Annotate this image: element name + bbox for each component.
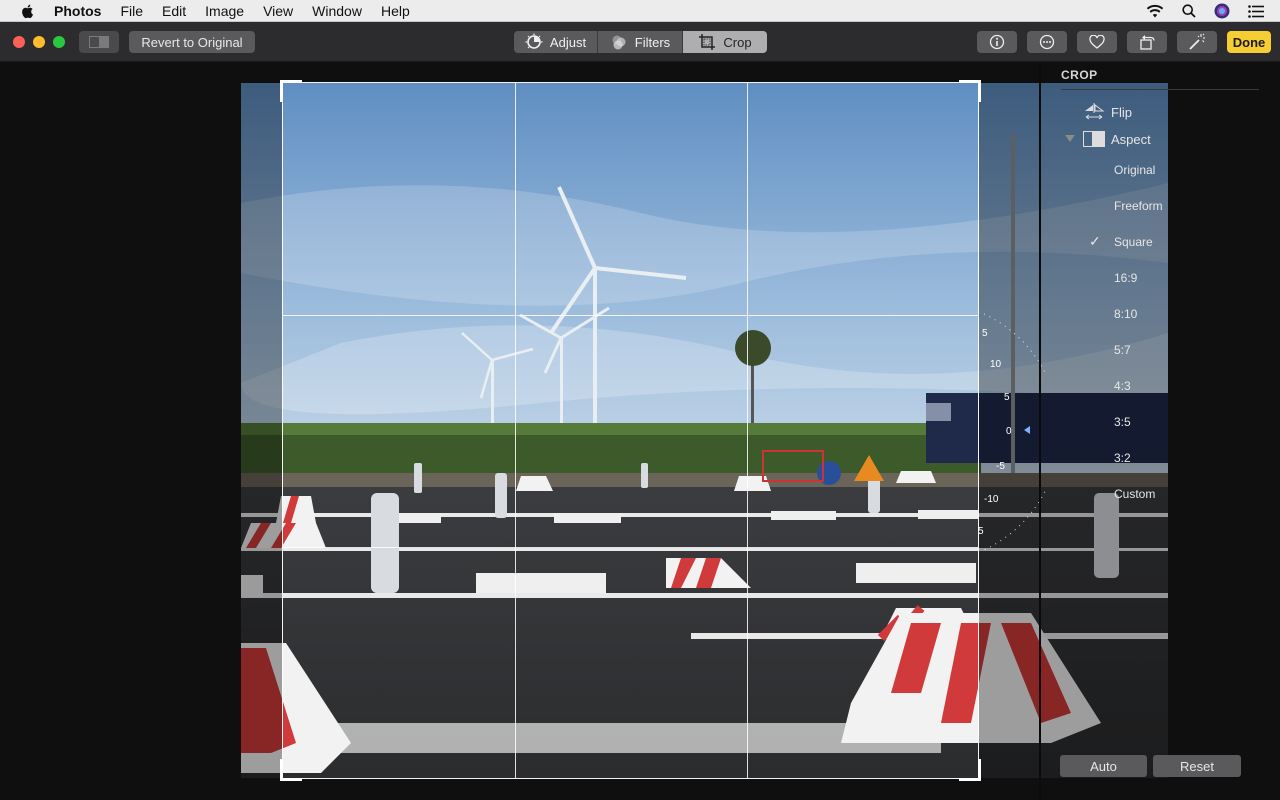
filters-circles-icon [612,35,626,50]
aspect-option-3-5[interactable]: 3:5 [1114,415,1131,429]
edit-toolbar: Revert to Original Adjust Filters Crop D… [0,22,1280,62]
aspect-icon [1083,131,1105,147]
aspect-option-5-7[interactable]: 5:7 [1114,343,1131,357]
rotate-button[interactable] [1127,31,1167,53]
crop-frame[interactable] [280,80,981,781]
crop-sidebar: CROP Flip Aspect ✓ Original Freeform Squ… [1041,62,1280,800]
revert-to-original-button[interactable]: Revert to Original [129,31,255,53]
rotation-dial[interactable]: 5 10 5 0 -5 -10 5 [976,312,1046,552]
aspect-toggle[interactable]: Aspect [1083,131,1151,147]
tab-adjust-label: Adjust [549,34,587,50]
siri-icon[interactable] [1214,3,1230,19]
aspect-option-original[interactable]: Original [1114,163,1155,177]
tab-filters[interactable]: Filters [598,31,683,53]
dial-tick-label: -5 [996,461,1005,472]
heart-icon [1089,35,1105,49]
aspect-option-8-10[interactable]: 8:10 [1114,307,1137,321]
apple-icon[interactable] [20,3,36,19]
grid-line [515,83,516,778]
edit-canvas: 5 10 5 0 -5 -10 5 CROP Flip Aspect ✓ Ori… [0,62,1280,800]
tab-adjust[interactable]: Adjust [514,31,598,53]
reset-button[interactable]: Reset [1153,755,1241,777]
crop-icon [699,34,716,50]
grid-line [283,315,978,316]
window-fullscreen-button[interactable] [53,36,65,48]
magic-wand-icon [1189,33,1205,50]
window-close-button[interactable] [13,36,25,48]
info-button[interactable] [977,31,1017,53]
aspect-option-3-2[interactable]: 3:2 [1114,451,1131,465]
menu-window[interactable]: Window [312,3,362,19]
adjust-dial-icon [525,33,543,49]
compare-button[interactable] [79,31,119,53]
tab-crop[interactable]: Crop [683,31,767,53]
menu-file[interactable]: File [120,3,143,19]
compare-icon [89,36,109,48]
dial-pointer-icon [1024,426,1030,434]
aspect-label: Aspect [1111,131,1151,147]
grid-line [747,83,748,778]
crop-handle-top-right[interactable] [959,80,981,102]
tab-filters-label: Filters [634,34,671,50]
flip-button[interactable]: Flip [1083,103,1132,121]
crop-handle-bottom-left[interactable] [280,759,302,781]
aspect-disclosure-triangle-icon[interactable] [1065,135,1075,142]
edit-mode-tabs: Adjust Filters Crop [514,31,767,53]
more-icon [1039,34,1055,50]
menu-view[interactable]: View [263,3,293,19]
favorite-button[interactable] [1077,31,1117,53]
dial-tick-label: 5 [1004,392,1010,403]
dial-tick-label: 10 [990,359,1002,370]
crop-handle-top-left[interactable] [280,80,302,102]
grid-line [283,547,978,548]
crop-handle-bottom-right[interactable] [959,759,981,781]
tab-crop-label: Crop [723,34,752,50]
dial-tick-label: -10 [984,494,999,505]
dial-tick-label: 5 [982,328,988,339]
dial-tick-label: 0 [1006,426,1012,437]
menu-help[interactable]: Help [381,3,410,19]
rotate-icon [1140,35,1155,50]
window-minimize-button[interactable] [33,36,45,48]
menu-app-photos[interactable]: Photos [54,3,101,19]
enhance-button[interactable] [1177,31,1217,53]
auto-button[interactable]: Auto [1060,755,1147,777]
menu-edit[interactable]: Edit [162,3,186,19]
done-button[interactable]: Done [1227,31,1271,53]
aspect-option-freeform[interactable]: Freeform [1114,199,1163,213]
search-icon[interactable] [1182,4,1196,18]
crop-mask-left [241,83,282,778]
crop-section-title: CROP [1061,68,1098,82]
dial-tick-label: 5 [978,526,984,537]
flip-label: Flip [1111,104,1132,120]
divider [1061,89,1259,90]
notification-list-icon[interactable] [1248,4,1264,18]
aspect-option-4-3[interactable]: 4:3 [1114,379,1131,393]
menu-bar: Photos File Edit Image View Window Help [0,0,1280,22]
menu-image[interactable]: Image [205,3,244,19]
aspect-option-custom[interactable]: Custom [1114,487,1155,501]
wifi-icon[interactable] [1146,4,1164,18]
aspect-option-16-9[interactable]: 16:9 [1114,271,1137,285]
checkmark-icon: ✓ [1089,233,1101,249]
more-button[interactable] [1027,31,1067,53]
info-icon [989,34,1005,50]
flip-icon [1085,103,1105,120]
aspect-option-square[interactable]: Square [1114,235,1153,249]
